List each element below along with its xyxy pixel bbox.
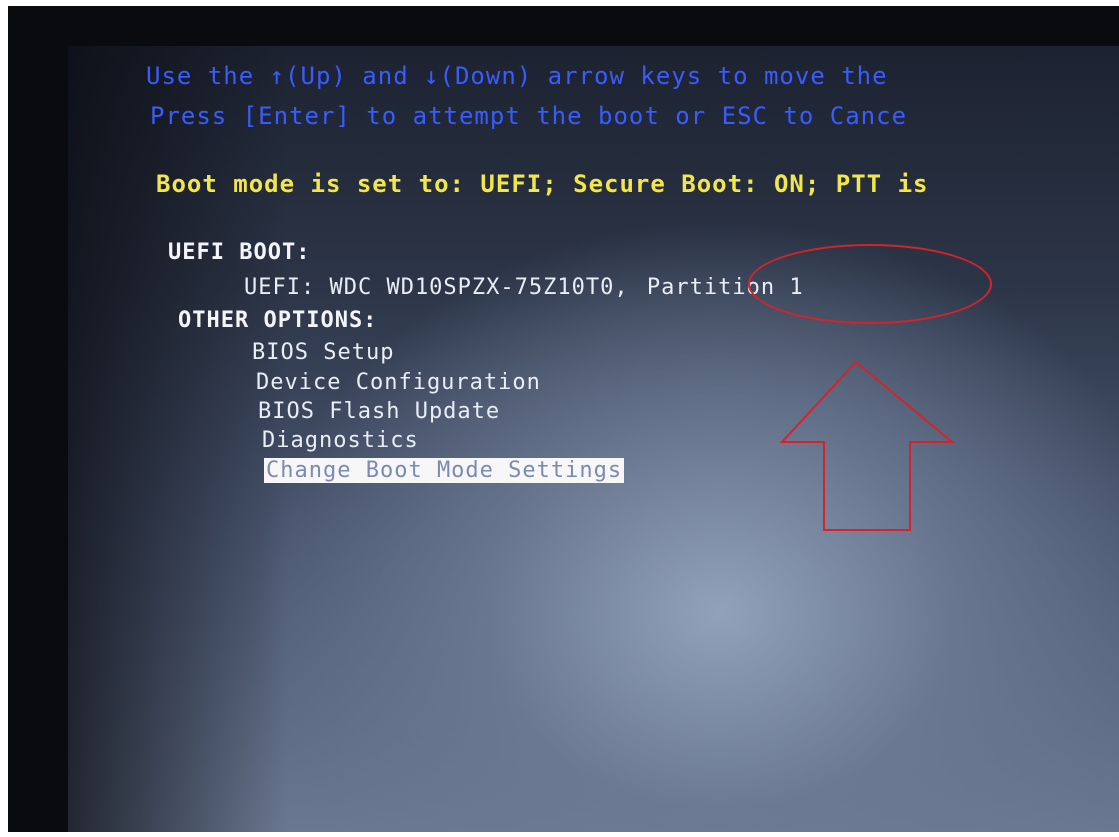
screen-shadow <box>68 46 288 832</box>
up-arrow-outline-icon <box>779 360 955 531</box>
instruction-line-navigate: Use the ↑(Up) and ↓(Down) arrow keys to … <box>146 62 888 90</box>
menu-item-device-configuration[interactable]: Device Configuration <box>256 370 541 395</box>
instruction-line-enter: Press [Enter] to attempt the boot or ESC… <box>150 102 908 130</box>
boot-mode-status: Boot mode is set to: UEFI; Secure Boot: … <box>156 170 929 198</box>
menu-item-diagnostics[interactable]: Diagnostics <box>262 428 419 453</box>
boot-screen <box>68 46 1119 832</box>
uefi-boot-entry[interactable]: UEFI: WDC WD10SPZX-75Z10T0, Partition 1 <box>244 275 804 300</box>
menu-item-bios-setup[interactable]: BIOS Setup <box>252 340 394 365</box>
menu-item-change-boot-mode-settings[interactable]: Change Boot Mode Settings <box>264 458 625 483</box>
other-options-header: OTHER OPTIONS: <box>178 308 378 333</box>
menu-item-bios-flash-update[interactable]: BIOS Flash Update <box>258 399 500 424</box>
boot-entry-device-label: UEFI: WDC WD10SPZX-75Z10T0, <box>244 275 629 300</box>
selected-item-highlight: Change Boot Mode Settings <box>264 458 625 483</box>
highlight-circle <box>748 244 992 324</box>
boot-menu-photo: Use the ↑(Up) and ↓(Down) arrow keys to … <box>0 0 1119 837</box>
uefi-boot-header: UEFI BOOT: <box>168 240 311 265</box>
